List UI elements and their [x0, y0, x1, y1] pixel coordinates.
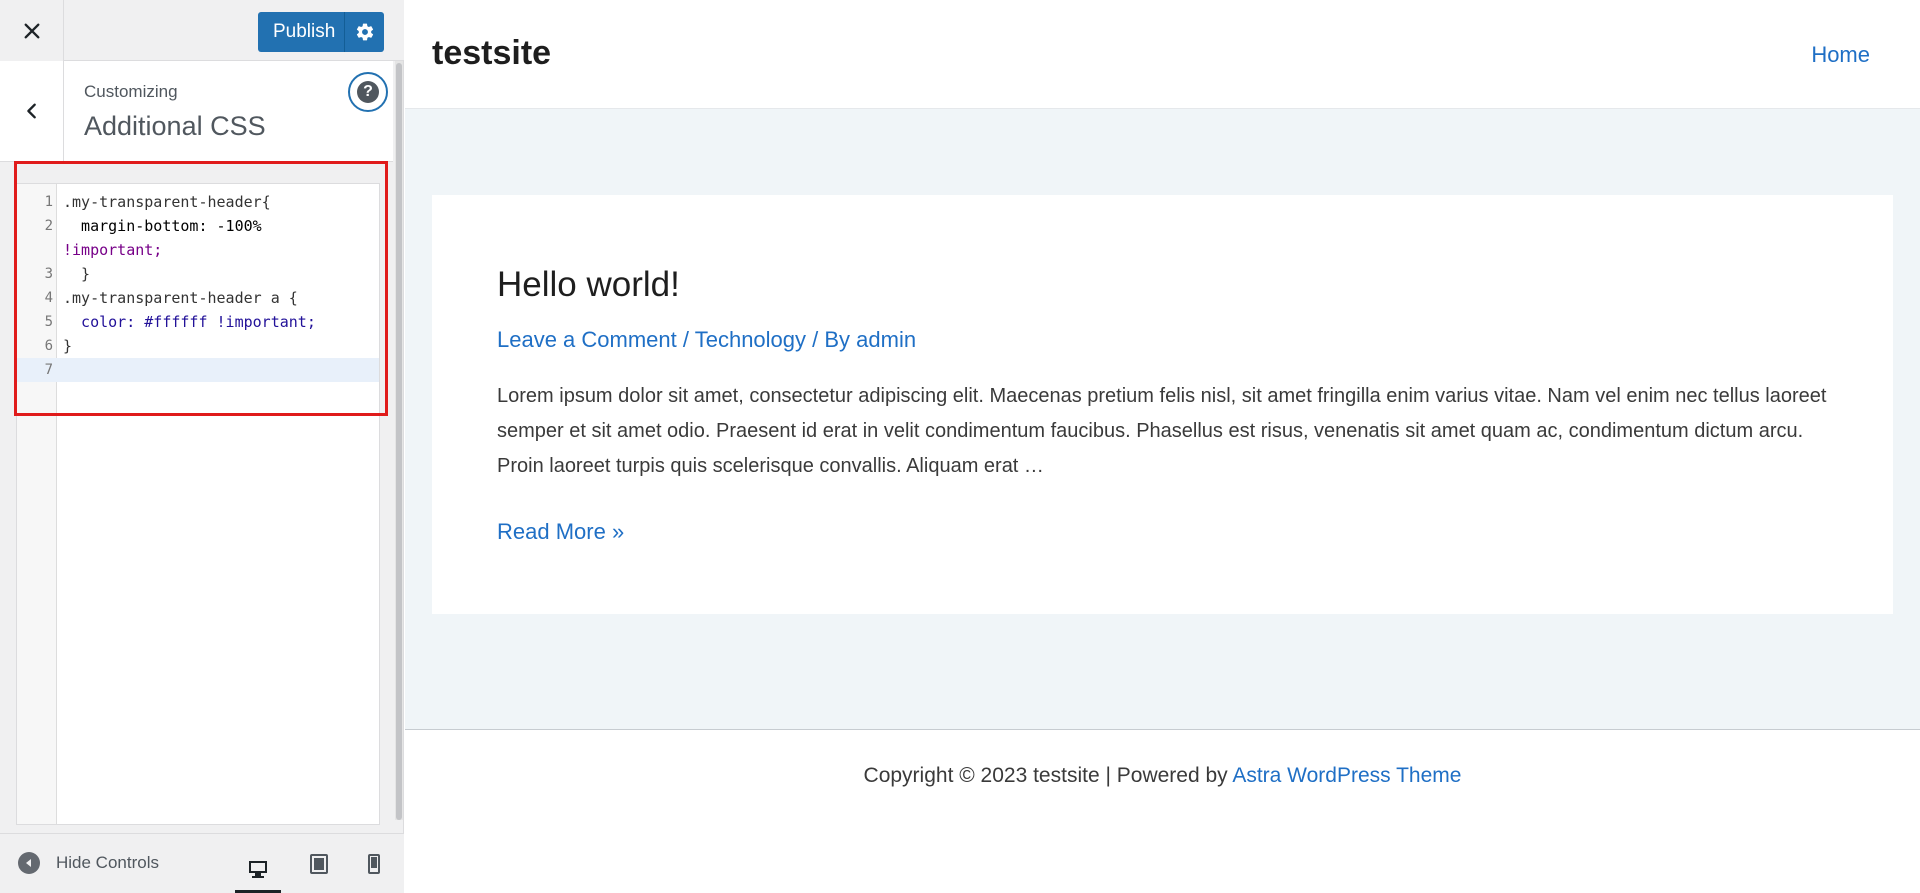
code-text: color: #ffffff !important;	[63, 313, 316, 331]
tablet-preview-button[interactable]	[296, 848, 342, 880]
site-header: testsite Home	[405, 0, 1920, 109]
line-number: 5	[44, 314, 53, 330]
hide-controls-button[interactable]: Hide Controls	[18, 852, 159, 874]
code-text: margin-bottom: -100%	[63, 217, 262, 235]
section-header: Customizing Additional CSS ?	[0, 61, 393, 162]
post-meta: Leave a Comment / Technology / By admin	[497, 327, 916, 353]
customizer-sidebar: Publish Customizing Additional CSS ? 1 .…	[0, 0, 404, 893]
code-text: .my-transparent-header a {	[63, 289, 298, 307]
code-line: !important;	[17, 238, 379, 262]
section-title: Additional CSS	[84, 111, 266, 141]
customizing-label: Customizing	[84, 82, 178, 101]
code-line: 5 color: #ffffff !important;	[17, 310, 379, 334]
code-text: }	[63, 265, 91, 283]
code-line-active[interactable]: 7	[17, 358, 379, 382]
mobile-icon	[368, 854, 380, 874]
gear-icon	[356, 23, 373, 41]
back-button[interactable]	[0, 61, 64, 161]
line-number: 1	[44, 194, 53, 210]
publish-button-group: Publish	[258, 12, 384, 52]
code-line: 6 }	[17, 334, 379, 358]
hide-controls-label: Hide Controls	[56, 853, 159, 872]
meta-separator: /	[676, 327, 695, 352]
sidebar-scrollbar[interactable]	[395, 61, 403, 820]
close-icon	[24, 23, 39, 38]
desktop-icon	[249, 861, 267, 878]
author-link[interactable]: admin	[856, 327, 916, 352]
customizer-footer: Hide Controls	[0, 833, 404, 893]
site-title[interactable]: testsite	[432, 34, 551, 73]
comment-link[interactable]: Leave a Comment	[497, 327, 677, 352]
arrow-left-circle-icon	[18, 852, 40, 874]
nav-link-home[interactable]: Home	[1811, 42, 1870, 68]
category-link[interactable]: Technology	[695, 327, 806, 352]
post-card: Hello world! Leave a Comment / Technolog…	[432, 195, 1893, 614]
site-preview: testsite Home Hello world! Leave a Comme…	[405, 0, 1920, 893]
customizer-header: Publish	[0, 0, 404, 61]
post-title[interactable]: Hello world!	[497, 265, 680, 305]
code-line: 2 margin-bottom: -100%	[17, 214, 379, 238]
meta-separator: / By	[806, 327, 857, 352]
code-line: 4 .my-transparent-header a {	[17, 286, 379, 310]
code-line: 1 .my-transparent-header{	[17, 190, 379, 214]
copyright-text: Copyright © 2023 testsite | Powered by	[863, 764, 1233, 787]
line-number: 7	[44, 362, 53, 378]
code-line: 3 }	[17, 262, 379, 286]
publish-settings-button[interactable]	[345, 12, 384, 52]
footer-copyright: Copyright © 2023 testsite | Powered by A…	[405, 764, 1920, 788]
css-code-editor[interactable]: 1 .my-transparent-header{ 2 margin-botto…	[16, 183, 380, 825]
post-excerpt: Lorem ipsum dolor sit amet, consectetur …	[497, 385, 1827, 477]
line-number: 3	[44, 266, 53, 282]
chevron-left-icon	[26, 103, 36, 119]
mobile-preview-button[interactable]	[351, 848, 397, 880]
code-text: .my-transparent-header{	[63, 193, 271, 211]
question-icon: ?	[357, 81, 379, 103]
read-more-link[interactable]: Read More »	[497, 519, 624, 545]
close-customizer-button[interactable]	[0, 0, 64, 61]
tablet-icon	[310, 854, 328, 874]
code-text: }	[63, 337, 73, 355]
desktop-preview-button[interactable]	[235, 848, 281, 893]
line-number: 4	[44, 290, 53, 306]
theme-link[interactable]: Astra WordPress Theme	[1232, 764, 1461, 787]
line-number: 2	[44, 218, 53, 234]
scrollbar-thumb[interactable]	[396, 63, 402, 820]
code-text: !important;	[63, 241, 163, 259]
help-button[interactable]: ?	[348, 72, 388, 112]
line-number: 6	[44, 338, 53, 354]
site-footer: Copyright © 2023 testsite | Powered by A…	[405, 729, 1920, 893]
publish-button[interactable]: Publish	[258, 21, 344, 43]
